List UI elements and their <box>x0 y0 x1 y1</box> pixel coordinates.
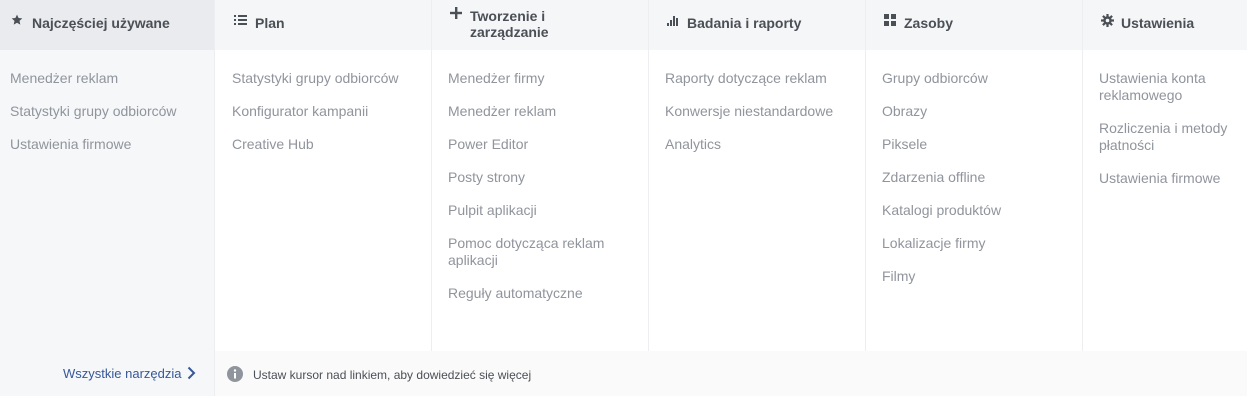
column-items: Raporty dotyczące reklam Konwersje niest… <box>665 70 865 169</box>
menu-item[interactable]: Creative Hub <box>232 136 431 153</box>
column-title: Badania i raporty <box>687 15 802 31</box>
column-title: Tworzenie i zarządzanie <box>470 8 549 40</box>
column-research-reports: Badania i raporty Raporty dotyczące rekl… <box>648 0 865 351</box>
menu-item[interactable]: Pomoc dotycząca reklam aplikacji <box>448 235 618 269</box>
menu-item[interactable]: Obrazy <box>882 103 1082 120</box>
plus-icon <box>449 7 463 23</box>
column-items: Menedżer reklam Statystyki grupy odbiorc… <box>10 70 214 169</box>
gear-icon <box>1100 14 1114 30</box>
column-header: Tworzenie i zarządzanie <box>432 0 648 50</box>
menu-item[interactable]: Posty strony <box>448 169 618 186</box>
column-items: Grupy odbiorców Obrazy Piksele Zdarzenia… <box>882 70 1082 301</box>
menu-item[interactable]: Konfigurator kampanii <box>232 103 431 120</box>
menu-item[interactable]: Statystyki grupy odbiorców <box>232 70 431 87</box>
bar-chart-icon <box>666 14 680 30</box>
all-tools-label: Wszystkie narzędzia <box>63 366 182 381</box>
list-icon <box>233 14 247 30</box>
column-header: Zasoby <box>866 0 1082 50</box>
menu-item[interactable]: Menedżer reklam <box>10 70 214 87</box>
all-tools-link[interactable]: Wszystkie narzędzia <box>63 366 198 382</box>
column-items: Statystyki grupy odbiorców Konfigurator … <box>232 70 431 169</box>
menu-item[interactable]: Konwersje niestandardowe <box>665 103 865 120</box>
menu-item[interactable]: Grupy odbiorców <box>882 70 1082 87</box>
menu-item[interactable]: Menedżer firmy <box>448 70 618 87</box>
column-header: Badania i raporty <box>649 0 865 50</box>
menu-item[interactable]: Katalogi produktów <box>882 202 1082 219</box>
menu-item[interactable]: Zdarzenia offline <box>882 169 1082 186</box>
menu-item[interactable]: Rozliczenia i metody płatności <box>1099 120 1239 154</box>
column-title: Plan <box>255 15 285 31</box>
chevron-right-icon <box>188 366 196 380</box>
column-create-manage: Tworzenie i zarządzanie Menedżer firmy M… <box>431 0 648 351</box>
hint-text: Ustaw kursor nad linkiem, aby dowiedzieć… <box>253 368 532 382</box>
column-items: Ustawienia konta reklamowego Rozliczenia… <box>1099 70 1239 203</box>
column-header: Ustawienia <box>1083 0 1247 50</box>
info-icon <box>227 366 243 382</box>
column-plan: Plan Statystyki grupy odbiorców Konfigur… <box>214 0 431 351</box>
menu-item[interactable]: Raporty dotyczące reklam <box>665 70 865 87</box>
column-header: Plan <box>215 0 431 50</box>
column-title: Ustawienia <box>1121 15 1195 31</box>
column-title: Najczęściej używane <box>32 15 170 31</box>
menu-footer: Wszystkie narzędzia <box>0 351 1247 396</box>
tools-menu: Najczęściej używane Menedżer reklam Stat… <box>0 0 1247 396</box>
column-most-used: Najczęściej używane Menedżer reklam Stat… <box>0 0 214 351</box>
menu-item[interactable]: Filmy <box>882 268 1082 285</box>
menu-item[interactable]: Ustawienia firmowe <box>10 136 214 153</box>
menu-item[interactable]: Pulpit aplikacji <box>448 202 618 219</box>
column-settings: Ustawienia Ustawienia konta reklamowego … <box>1082 0 1247 351</box>
menu-item[interactable]: Piksele <box>882 136 1082 153</box>
column-header: Najczęściej używane <box>0 0 214 50</box>
menu-item[interactable]: Lokalizacje firmy <box>882 235 1082 252</box>
column-items: Menedżer firmy Menedżer reklam Power Edi… <box>448 70 618 318</box>
star-icon <box>10 14 24 30</box>
column-title: Zasoby <box>904 15 954 31</box>
menu-item[interactable]: Power Editor <box>448 136 618 153</box>
menu-item[interactable]: Reguły automatyczne <box>448 285 618 302</box>
menu-item[interactable]: Ustawienia konta reklamowego <box>1099 70 1239 104</box>
menu-item[interactable]: Ustawienia firmowe <box>1099 170 1239 187</box>
menu-item[interactable]: Analytics <box>665 136 865 153</box>
grid-icon <box>883 14 897 30</box>
menu-item[interactable]: Menedżer reklam <box>448 103 618 120</box>
menu-item[interactable]: Statystyki grupy odbiorców <box>10 103 214 120</box>
column-resources: Zasoby Grupy odbiorców Obrazy Piksele Zd… <box>865 0 1082 351</box>
